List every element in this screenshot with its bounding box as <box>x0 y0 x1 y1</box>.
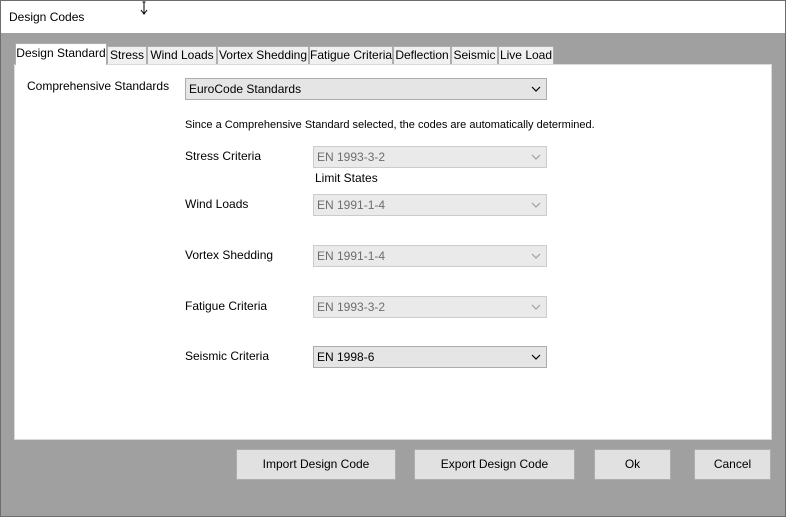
chevron-down-icon <box>531 202 541 208</box>
resize-vertical-cursor-icon <box>139 1 149 20</box>
export-design-code-button[interactable]: Export Design Code <box>414 449 575 480</box>
comprehensive-standards-label: Comprehensive Standards <box>27 79 170 93</box>
chevron-down-icon <box>531 86 541 92</box>
import-design-code-button[interactable]: Import Design Code <box>236 449 396 480</box>
auto-determined-note: Since a Comprehensive Standard selected,… <box>185 119 595 131</box>
fatigue-criteria-label: Fatigue Criteria <box>185 299 268 313</box>
seismic-criteria-select[interactable]: EN 1998-6 <box>313 346 547 368</box>
vortex-shedding-select[interactable]: EN 1991-1-4 <box>313 245 547 267</box>
chevron-down-icon <box>531 354 541 360</box>
tab-seismic[interactable]: Seismic <box>451 46 498 64</box>
ok-button[interactable]: Ok <box>594 449 671 480</box>
tab-vortex-shedding[interactable]: Vortex Shedding <box>217 46 309 64</box>
comprehensive-standards-value: EuroCode Standards <box>189 82 302 96</box>
stress-criteria-label: Stress Criteria <box>185 149 262 163</box>
wind-loads-value: EN 1991-1-4 <box>317 198 386 212</box>
tab-wind-loads[interactable]: Wind Loads <box>147 46 217 64</box>
limit-states-label: Limit States <box>315 171 378 185</box>
tab-design-standard[interactable]: Design Standard <box>15 43 107 65</box>
chevron-down-icon <box>531 253 541 259</box>
stress-criteria-select[interactable]: EN 1993-3-2 <box>313 146 547 168</box>
fatigue-criteria-select[interactable]: EN 1993-3-2 <box>313 296 547 318</box>
chevron-down-icon <box>531 304 541 310</box>
design-standard-panel: Comprehensive Standards EuroCode Standar… <box>14 64 772 440</box>
tab-stress[interactable]: Stress <box>107 46 147 64</box>
seismic-criteria-value: EN 1998-6 <box>317 350 375 364</box>
vortex-shedding-label: Vortex Shedding <box>185 248 274 262</box>
seismic-criteria-label: Seismic Criteria <box>185 349 270 363</box>
tab-live-load[interactable]: Live Load <box>498 46 554 64</box>
window-title: Design Codes <box>9 10 85 24</box>
comprehensive-standards-select[interactable]: EuroCode Standards <box>185 78 547 100</box>
tab-fatigue-criteria[interactable]: Fatigue Criteria <box>309 46 393 64</box>
wind-loads-select[interactable]: EN 1991-1-4 <box>313 194 547 216</box>
wind-loads-label: Wind Loads <box>185 197 249 211</box>
title-bar: Design Codes <box>1 1 785 33</box>
design-codes-dialog: Design Codes Design Standard Stress Wind… <box>0 0 786 517</box>
stress-criteria-value: EN 1993-3-2 <box>317 150 386 164</box>
cancel-button[interactable]: Cancel <box>694 449 771 480</box>
fatigue-criteria-value: EN 1993-3-2 <box>317 300 386 314</box>
tab-deflection[interactable]: Deflection <box>393 46 451 64</box>
chevron-down-icon <box>531 154 541 160</box>
vortex-shedding-value: EN 1991-1-4 <box>317 249 386 263</box>
